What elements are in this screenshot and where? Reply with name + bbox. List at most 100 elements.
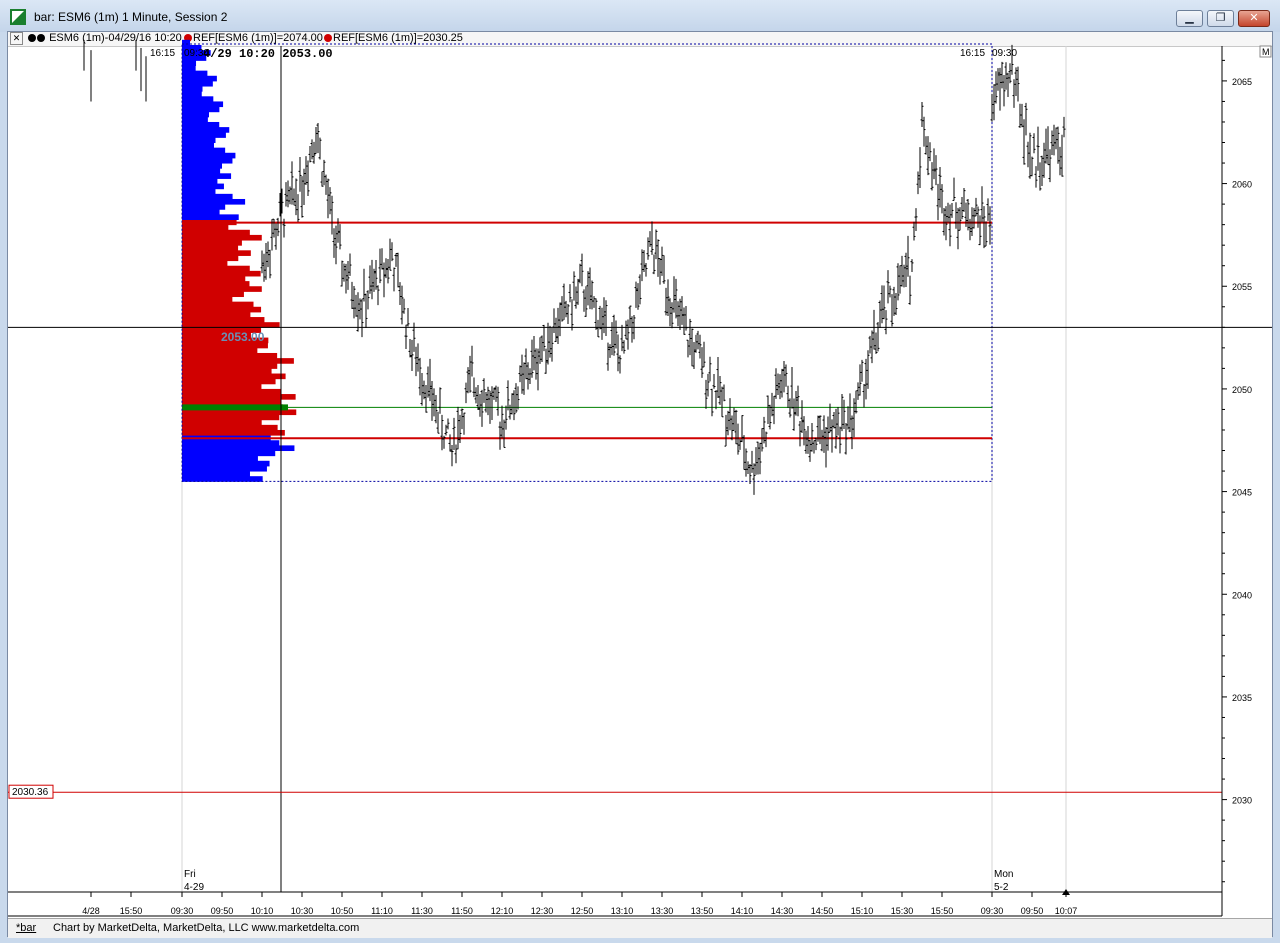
time-tick-label: 14:30: [771, 906, 794, 916]
profile-bar: [182, 60, 197, 67]
time-tick-label: 12:50: [571, 906, 594, 916]
profile-bar: [182, 152, 236, 159]
time-tick-label: 15:50: [931, 906, 954, 916]
profile-bar: [182, 240, 242, 246]
profile-bar: [182, 75, 217, 82]
profile-bar: [182, 399, 282, 405]
profile-bar: [182, 368, 272, 375]
credit-text: Chart by MarketDelta, MarketDelta, LLC w…: [53, 922, 360, 934]
profile-bar: [182, 250, 251, 256]
profile-bar: [182, 163, 223, 169]
time-tick-label: 10:10: [251, 906, 274, 916]
time-tick-label: 13:30: [651, 906, 674, 916]
price-chart[interactable]: 2065 2060 2055 2050 2045 2040 2035 2030 4/28 15:5…: [0, 0, 1280, 943]
profile-bar: [182, 229, 250, 236]
price-tick-label: 2040: [1232, 590, 1252, 600]
profile-bar: [182, 245, 239, 251]
profile-bar: [182, 147, 226, 154]
session-close-fri-label: 16:15: [960, 48, 985, 59]
time-tick-label: 10:50: [331, 906, 354, 916]
status-footer: *bar Chart by MarketDelta, MarketDelta, …: [8, 918, 1272, 938]
time-tick-label: 15:10: [851, 906, 874, 916]
profile-bar: [182, 363, 278, 369]
profile-bar: [182, 91, 202, 97]
profile-bar: [182, 291, 244, 298]
session-open-mon-label: 09:30: [992, 48, 1017, 59]
time-tick-label: 12:30: [531, 906, 554, 916]
time-tick-label: 09:50: [211, 906, 234, 916]
profile-bar: [182, 86, 203, 92]
profile-bar: [182, 70, 208, 77]
profile-bar: [182, 173, 232, 179]
profile-bar: [182, 193, 233, 200]
profile-bar: [182, 373, 286, 380]
profile-bar: [182, 419, 262, 426]
time-tick-label: 15:30: [891, 906, 914, 916]
profile-bar: [182, 383, 262, 390]
cursor-readout: 4/29 10:20 2053.00: [203, 47, 333, 61]
time-tick-label: 4/28: [82, 906, 100, 916]
profile-bar: [182, 465, 267, 472]
day-date-fri: 4-29: [184, 882, 204, 893]
profile-bar: [182, 96, 214, 102]
price-tick-label: 2060: [1232, 180, 1252, 190]
profile-bar: [182, 281, 250, 287]
time-tick-label: 11:30: [411, 906, 433, 916]
profile-bar: [182, 39, 190, 46]
profile-bar: [182, 445, 295, 452]
profile-bar: [182, 352, 278, 359]
profile-bar: [182, 224, 229, 231]
profile-bar: [182, 188, 216, 195]
profile-bar: [182, 296, 233, 303]
time-tick-label: 15:50: [120, 906, 143, 916]
price-tick-label: 2065: [1232, 77, 1252, 87]
chart-tab[interactable]: *bar: [16, 919, 36, 937]
ref-price-tag: 2030.36: [12, 787, 49, 798]
profile-bar: [182, 358, 294, 364]
time-tick-label: 10:07: [1055, 906, 1078, 916]
time-tick-label: 09:30: [171, 906, 194, 916]
session-close-left-label: 16:15: [150, 48, 175, 59]
profile-bar: [182, 101, 224, 108]
profile-bar: [182, 317, 265, 323]
price-tick-label: 2055: [1232, 282, 1252, 292]
profile-bar: [182, 471, 250, 477]
profile-bar: [182, 455, 258, 462]
profile-bar: [182, 424, 278, 431]
profile-bar: [182, 209, 220, 215]
profile-bar: [182, 106, 220, 113]
price-tick-label: 2030: [1232, 796, 1252, 806]
profile-bar: [182, 132, 226, 138]
time-tick-label: 11:50: [451, 906, 473, 916]
profile-bar: [182, 65, 196, 72]
profile-bar: [182, 214, 239, 221]
time-tick-label: 09:50: [1021, 906, 1044, 916]
profile-bar: [182, 286, 262, 292]
profile-bar: [182, 178, 218, 185]
profile-bar: [182, 388, 282, 395]
profile-bar: [182, 255, 239, 262]
profile-bar: [182, 116, 208, 123]
profile-bar: [182, 80, 213, 87]
profile-bar: [182, 301, 254, 308]
profile-bar: [182, 378, 276, 385]
time-tick-label: 09:30: [981, 906, 1004, 916]
profile-bar: [182, 234, 262, 241]
session-range-box: [181, 43, 993, 482]
time-tick-label: 12:10: [491, 906, 514, 916]
volume-profile: [182, 39, 297, 482]
time-tick-label: 13:50: [691, 906, 714, 916]
profile-bar: [182, 275, 246, 282]
profile-bar: [182, 168, 221, 174]
profile-bar: [182, 127, 230, 133]
profile-bar: [182, 414, 280, 421]
profile-bar: [182, 137, 216, 144]
time-tick-label: 14:10: [731, 906, 754, 916]
profile-bar: [182, 460, 270, 467]
profile-bar: [182, 270, 261, 277]
profile-bar: [182, 111, 210, 118]
profile-bar: [182, 429, 285, 436]
day-label-fri: Fri: [184, 869, 196, 880]
profile-bar: [182, 311, 251, 318]
day-date-mon: 5-2: [994, 882, 1009, 893]
